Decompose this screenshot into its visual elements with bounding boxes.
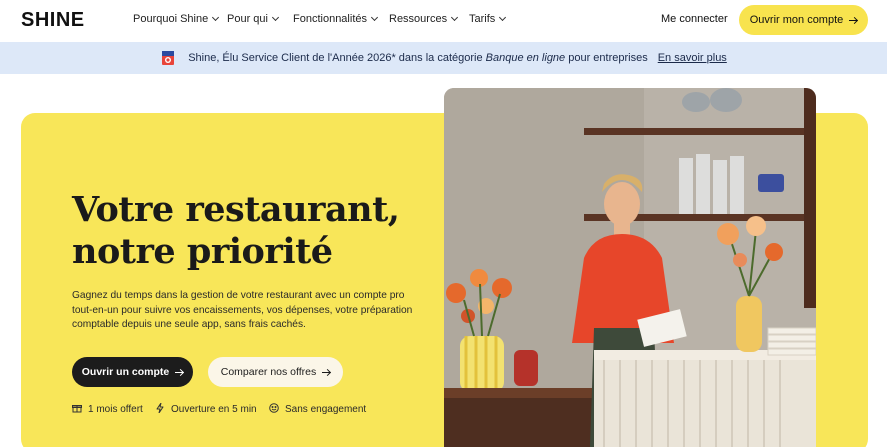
nav-item-label: Tarifs [469,13,496,25]
nav-item-pour-qui[interactable]: Pour qui [227,13,280,25]
arrow-right-icon [175,368,184,376]
banner-text-category: Banque en ligne [485,52,566,64]
feature-free-month: 1 mois offert [72,403,143,416]
button-label: Comparer nos offres [220,366,317,378]
restaurant-owner-photo [444,88,816,447]
arrow-right-icon [849,16,858,24]
learn-more-link[interactable]: En savoir plus [658,52,727,64]
feature-label: Ouverture en 5 min [171,404,257,415]
button-label: Ouvrir un compte [81,366,170,378]
feature-no-commitment: Sans engagement [269,403,366,416]
smiley-icon [269,403,279,416]
nav-item-label: Fonctionnalités [293,13,367,25]
banner-text-end: pour entreprises [565,52,648,64]
gift-icon [72,403,82,416]
nav-item-label: Pour qui [227,13,268,25]
banner-text-start: Shine, Élu Service Client de l'Année 202… [188,52,486,64]
nav-item-fonctionnalites[interactable]: Fonctionnalités [293,13,379,25]
login-link[interactable]: Me connecter [661,13,728,25]
hero-title-line2: notre priorité [72,231,333,272]
open-account-header-button[interactable]: Ouvrir mon compte [739,5,868,35]
lightning-icon [155,402,165,416]
feature-label: Sans engagement [285,404,367,415]
nav-item-ressources[interactable]: Ressources [389,13,459,25]
award-banner: Shine, Élu Service Client de l'Année 202… [0,42,887,74]
top-navigation: SHINE Pourquoi Shine Pour qui Fonctionna… [0,0,887,41]
chevron-down-icon [499,13,507,22]
nav-item-pourquoi-shine[interactable]: Pourquoi Shine [133,13,220,25]
shine-logo[interactable]: SHINE [21,9,85,32]
feature-fast-opening: Ouverture en 5 min [155,402,257,416]
hero-description: Gagnez du temps dans la gestion de votre… [72,290,413,330]
compare-offers-button[interactable]: Comparer nos offres [208,357,343,387]
nav-item-tarifs[interactable]: Tarifs [469,13,507,25]
chevron-down-icon [212,13,220,22]
chevron-down-icon [271,13,280,22]
banner-text: Shine, Élu Service Client de l'Année 202… [188,52,648,64]
hero-title: Votre restaurant, notre priorité [72,189,400,273]
arrow-right-icon [322,368,331,376]
chevron-down-icon [370,13,379,22]
nav-item-label: Pourquoi Shine [133,13,209,25]
feature-label: 1 mois offert [88,404,143,415]
award-badge-icon [160,50,176,66]
chevron-down-icon [451,13,459,22]
hero-title-line1: Votre restaurant, [72,189,400,230]
button-label: Ouvrir mon compte [749,14,844,26]
open-account-button[interactable]: Ouvrir un compte [72,357,193,387]
nav-item-label: Ressources [389,13,448,25]
